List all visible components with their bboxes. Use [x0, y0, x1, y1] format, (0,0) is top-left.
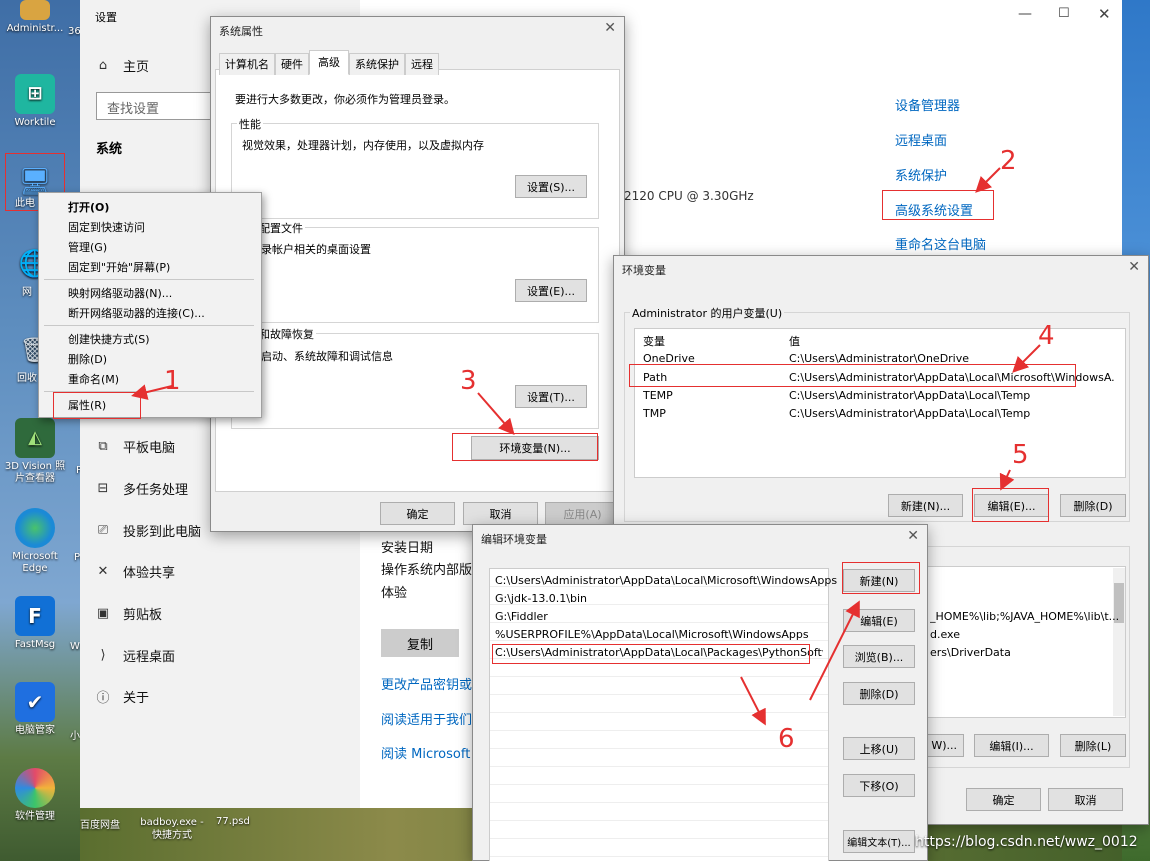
- annotation-number: 4: [1038, 321, 1055, 351]
- annotation-number: 6: [778, 724, 795, 754]
- arrow-4: [1012, 344, 1041, 373]
- arrow-6a: [740, 676, 766, 726]
- annotation-number: 1: [164, 366, 181, 396]
- annotation-number: 3: [460, 366, 477, 396]
- annotation-arrows: [131, 167, 1041, 726]
- arrow-2: [975, 167, 1001, 193]
- arrow-6b: [809, 600, 860, 701]
- arrow-5: [999, 469, 1015, 491]
- annotation-number: 2: [1000, 146, 1017, 176]
- arrow-3: [477, 392, 515, 436]
- annotation-number: 5: [1012, 440, 1029, 470]
